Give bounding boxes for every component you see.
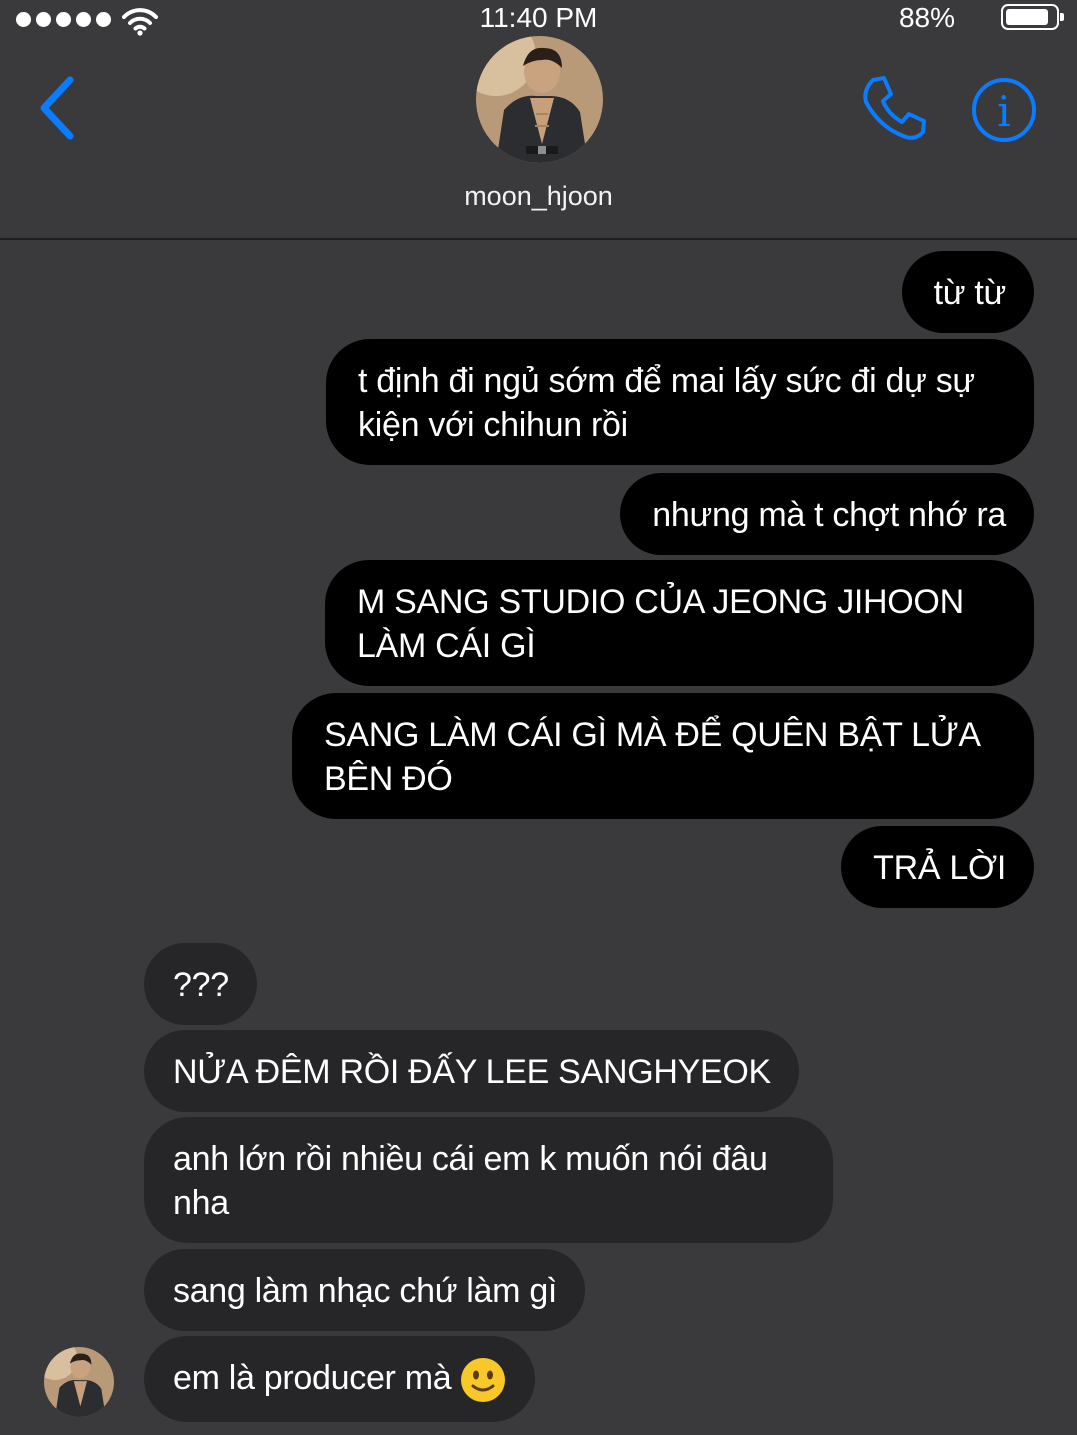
battery-percent: 88% — [898, 2, 955, 33]
sent-message[interactable]: từ từ — [901, 251, 1034, 333]
back-button[interactable] — [30, 72, 90, 142]
received-message[interactable]: NỬA ĐÊM RỒI ĐẤY LEE SANGHYEOK — [144, 1030, 799, 1112]
received-message[interactable]: sang làm nhạc chứ làm gì — [144, 1249, 586, 1331]
call-button[interactable] — [858, 74, 928, 144]
sent-message[interactable]: M SANG STUDIO CỦA JEONG JIHOON LÀM CÁI G… — [325, 560, 1034, 686]
received-message[interactable]: em là producer mà — [144, 1336, 536, 1423]
received-message[interactable]: ??? — [144, 943, 257, 1025]
svg-text:i: i — [997, 87, 1010, 136]
received-message[interactable]: anh lớn rồi nhiều cái em k muốn nói đâu … — [144, 1117, 833, 1243]
info-icon: i — [972, 78, 1036, 142]
info-button[interactable]: i — [970, 76, 1038, 144]
slightly-smiling-face-icon — [461, 1358, 506, 1403]
contact-avatar[interactable] — [476, 36, 603, 163]
battery-icon — [1001, 4, 1064, 30]
sent-message[interactable]: t định đi ngủ sớm để mai lấy sức đi dự s… — [326, 339, 1034, 465]
status-bar: 11:40 PM 88% — [0, 0, 1077, 40]
contact-username[interactable]: moon_hjoon — [0, 181, 1077, 212]
sent-message[interactable]: TRẢ LỜI — [841, 826, 1034, 908]
contact-avatar-small[interactable] — [44, 1347, 114, 1417]
conversation-header: moon_hjoon i — [0, 36, 1077, 240]
sent-message[interactable]: SANG LÀM CÁI GÌ MÀ ĐỂ QUÊN BẬT LỬA BÊN Đ… — [292, 693, 1034, 819]
chevron-left-icon — [40, 76, 74, 140]
sent-message[interactable]: nhưng mà t chợt nhớ ra — [620, 473, 1034, 555]
received-message-text: em là producer mà — [173, 1359, 452, 1397]
phone-icon — [863, 76, 926, 140]
